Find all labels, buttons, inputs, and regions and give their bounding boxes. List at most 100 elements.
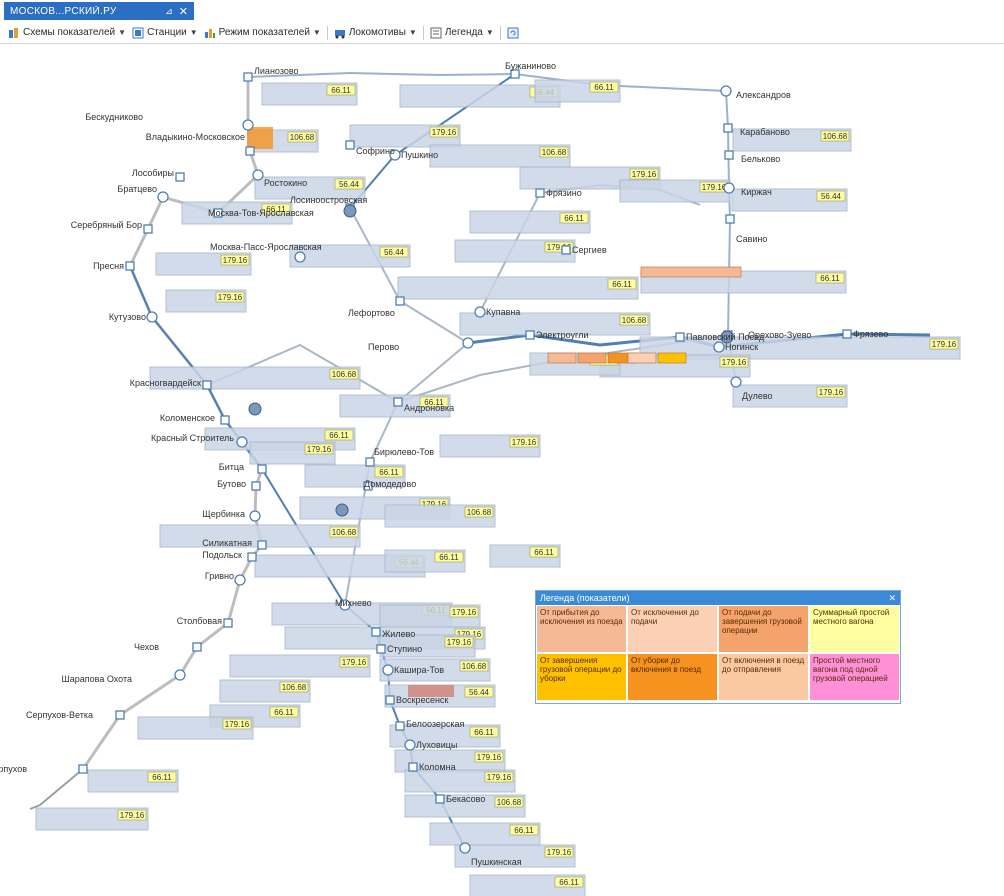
legend-cell: Простой местного вагона под одной грузов… bbox=[809, 653, 900, 701]
station-label: Бельково bbox=[741, 154, 780, 164]
station-label: Каширa-Тов bbox=[394, 665, 444, 675]
station-node bbox=[435, 794, 445, 804]
chevron-down-icon: ▼ bbox=[312, 28, 321, 37]
stations-label: Станции bbox=[147, 27, 187, 38]
value-badge-text: 106.68 bbox=[462, 662, 487, 671]
hub-node bbox=[248, 402, 262, 416]
refresh-button[interactable] bbox=[507, 27, 522, 39]
hub-node bbox=[343, 204, 357, 218]
value-badge-text: 56.44 bbox=[384, 248, 405, 257]
highlight-badge bbox=[577, 352, 607, 364]
legend-cell: Суммарный простой местного вагона bbox=[809, 605, 900, 653]
station-label: Силикатная bbox=[202, 538, 252, 548]
legend-title: Легенда (показатели) bbox=[540, 593, 630, 603]
station-label: Коломна bbox=[419, 762, 456, 772]
station-label: Серпухов-Ветка bbox=[26, 710, 93, 720]
station-label: Павловский Посад bbox=[686, 332, 765, 342]
legend-close-icon[interactable]: ✕ bbox=[888, 593, 896, 604]
legend-cell: От завершения грузовой операции до уборк… bbox=[536, 653, 627, 701]
station-label: Щербинка bbox=[202, 509, 245, 519]
station-label: Гривно bbox=[205, 571, 234, 581]
value-badge-text: 179.16 bbox=[477, 753, 502, 762]
document-tab[interactable]: МОСКОВ...РСКИЙ.РУ ⊿ ✕ bbox=[4, 2, 194, 20]
mode-icon bbox=[204, 28, 215, 38]
toolbar: Схемы показателей ▼ Станции ▼ Режим пока… bbox=[0, 22, 1004, 44]
station-label: Пресня bbox=[93, 261, 124, 271]
refresh-icon bbox=[507, 27, 519, 38]
highlight-badge bbox=[657, 352, 687, 364]
station-label: Дулево bbox=[742, 391, 773, 401]
station-node bbox=[125, 261, 135, 271]
station-node bbox=[78, 764, 88, 774]
value-badge-text: 66.11 bbox=[514, 826, 534, 835]
pin-icon[interactable]: ⊿ bbox=[165, 6, 173, 17]
locomotives-dropdown[interactable]: Локомотивы ▼ bbox=[334, 27, 417, 39]
station-node bbox=[371, 627, 381, 637]
value-badge-text: 179.16 bbox=[432, 128, 457, 137]
value-badge-text: 66.11 bbox=[534, 548, 554, 557]
station-node bbox=[143, 224, 153, 234]
station-label: Софрино bbox=[356, 146, 395, 156]
legend-cell: От прибытия до исключения из поезда bbox=[536, 605, 627, 653]
station-node bbox=[257, 540, 267, 550]
station-label: Киржач bbox=[741, 187, 772, 197]
station-node bbox=[404, 739, 416, 751]
station-node bbox=[345, 140, 355, 150]
document-tabbar: МОСКОВ...РСКИЙ.РУ ⊿ ✕ bbox=[0, 0, 1004, 22]
chevron-down-icon: ▼ bbox=[408, 28, 417, 37]
station-node bbox=[257, 464, 267, 474]
station-node bbox=[234, 574, 246, 586]
station-node bbox=[115, 710, 125, 720]
chevron-down-icon: ▼ bbox=[189, 28, 198, 37]
station-label: Чехов bbox=[134, 642, 159, 652]
highlight-badge bbox=[247, 127, 273, 149]
legend-icon bbox=[430, 27, 442, 38]
station-node bbox=[192, 642, 202, 652]
station-node bbox=[385, 695, 395, 705]
value-badge-text: 106.68 bbox=[497, 798, 522, 807]
value-badge-text: 66.11 bbox=[594, 83, 614, 92]
value-badge-text: 179.16 bbox=[702, 183, 727, 192]
station-node bbox=[535, 188, 545, 198]
value-badge-text: 179.16 bbox=[223, 256, 248, 265]
station-node bbox=[220, 415, 230, 425]
close-icon[interactable]: ✕ bbox=[179, 5, 188, 18]
value-badge-text: 106.68 bbox=[542, 148, 567, 157]
value-badge-text: 66.11 bbox=[439, 553, 459, 562]
station-label: Александров bbox=[736, 90, 791, 100]
station-label: Белоозерская bbox=[406, 719, 465, 729]
station-label: Владыкино-Московское bbox=[146, 132, 245, 142]
chevron-down-icon: ▼ bbox=[485, 28, 494, 37]
station-node bbox=[243, 72, 253, 82]
station-node bbox=[723, 182, 735, 194]
station-node bbox=[525, 330, 535, 340]
mode-dropdown[interactable]: Режим показателей ▼ bbox=[204, 27, 321, 39]
legend-dropdown[interactable]: Легенда ▼ bbox=[430, 27, 494, 39]
station-node bbox=[251, 481, 261, 491]
tab-title: МОСКОВ...РСКИЙ.РУ bbox=[10, 5, 117, 17]
station-node bbox=[174, 669, 186, 681]
legend-cell: От уборки до включения в поезд bbox=[627, 653, 718, 701]
station-label: Красногвардейск bbox=[130, 378, 201, 388]
station-label: Москва-Пасс-Ярославская bbox=[210, 242, 322, 252]
station-labels: БескудниковоВладыкино-Московское Лособиры… bbox=[0, 61, 888, 867]
schemes-dropdown[interactable]: Схемы показателей ▼ bbox=[8, 27, 126, 39]
value-badge-text: 66.11 bbox=[379, 468, 399, 477]
station-node bbox=[462, 337, 474, 349]
station-label: Перово bbox=[368, 342, 399, 352]
station-label: Битца bbox=[219, 462, 244, 472]
station-node bbox=[720, 85, 732, 97]
rail-network-diagram[interactable]: 66.11 179.16 106.68 56.44 66.11 179.16 179.16 1… bbox=[0, 45, 1004, 896]
value-badge-text: 66.11 bbox=[612, 280, 632, 289]
legend-grid: От прибытия до исключения из поезда От и… bbox=[536, 605, 900, 701]
toolbar-divider bbox=[499, 25, 501, 40]
locomotives-label: Локомотивы bbox=[348, 27, 406, 38]
value-badge-text: 106.68 bbox=[622, 316, 647, 325]
station-label: Луховицы bbox=[416, 740, 457, 750]
station-node bbox=[395, 721, 405, 731]
value-badge-text: 106.68 bbox=[332, 370, 357, 379]
station-label: Столбовая bbox=[177, 616, 222, 626]
station-node bbox=[242, 119, 254, 131]
station-node bbox=[252, 169, 264, 181]
stations-dropdown[interactable]: Станции ▼ bbox=[132, 27, 198, 39]
